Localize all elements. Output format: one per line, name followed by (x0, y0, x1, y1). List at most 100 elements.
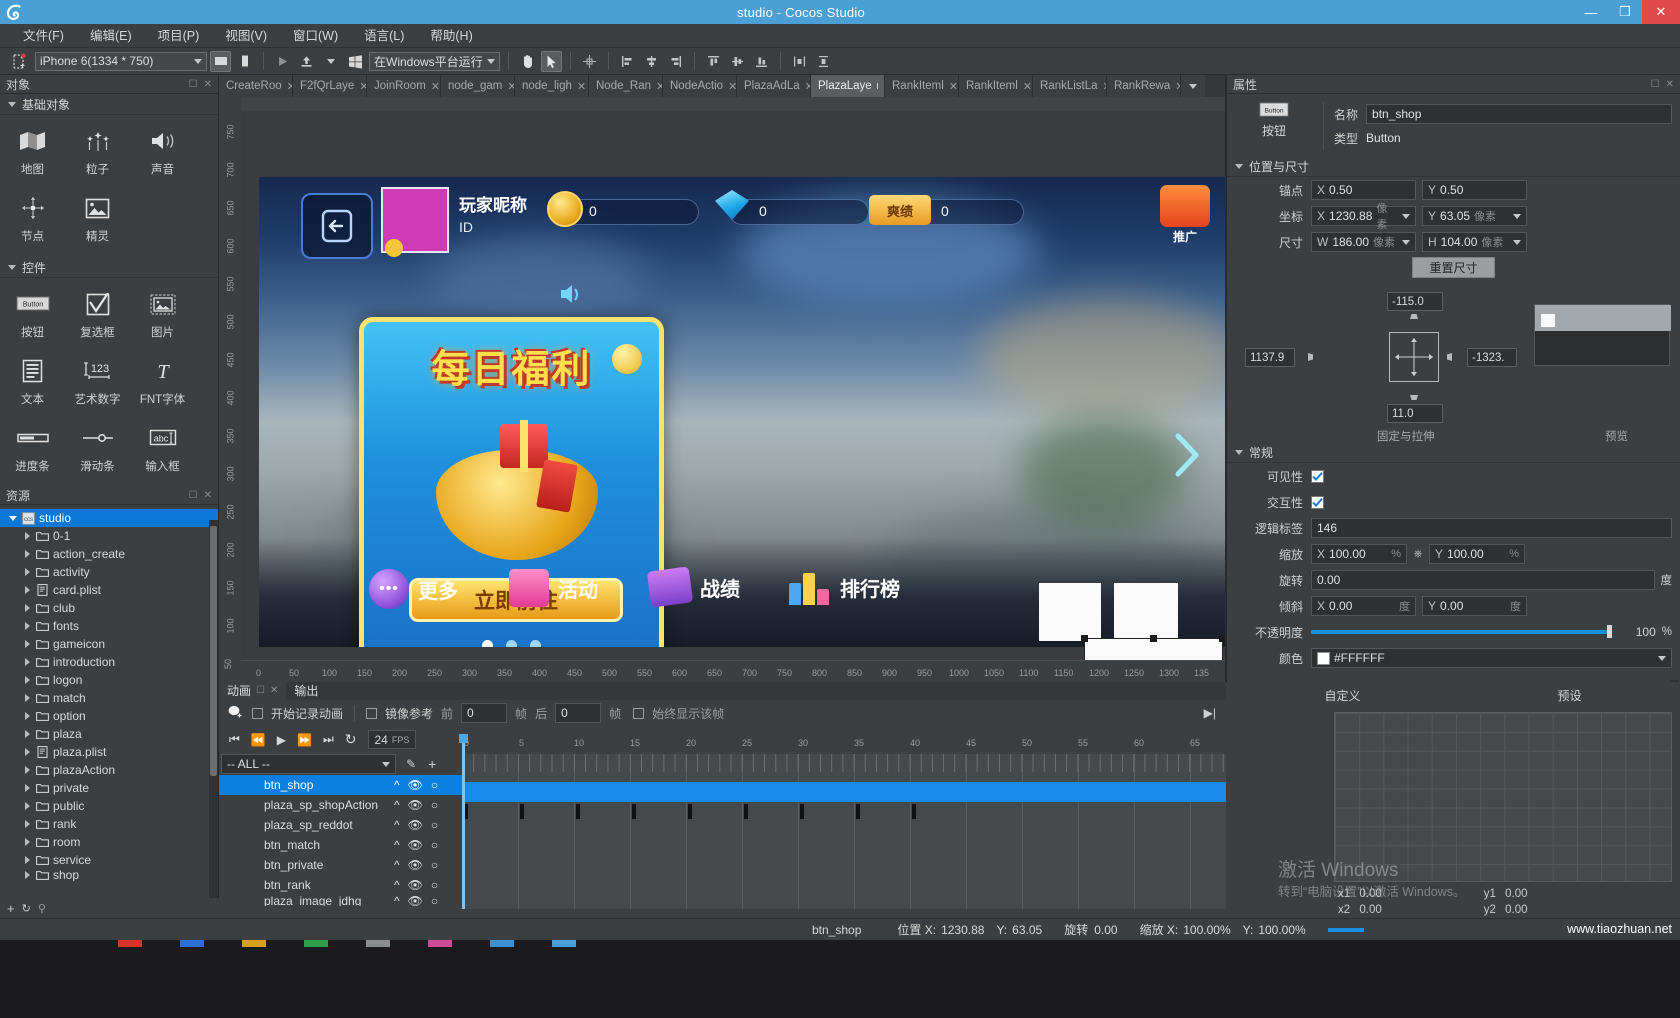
tab-rankreward[interactable]: RankRewa✕ (1107, 75, 1181, 97)
go-to-end-button[interactable]: ⏭ (323, 732, 334, 747)
mirror-checkbox[interactable] (366, 708, 377, 719)
tree-item-rank[interactable]: rank (0, 815, 218, 833)
align-center-h-button[interactable] (641, 51, 662, 72)
color-input[interactable]: #FFFFFF (1311, 648, 1672, 668)
chevron-right-icon[interactable] (20, 622, 34, 630)
taskbar-item[interactable] (490, 940, 514, 947)
chevron-right-icon[interactable] (20, 640, 34, 648)
chevron-down-icon[interactable] (1658, 656, 1666, 661)
step-back-button[interactable]: ⏪ (251, 733, 266, 747)
section-position-size[interactable]: 位置与尺寸 (1227, 156, 1680, 177)
pin-top-icon[interactable] (1407, 312, 1421, 333)
keyframe[interactable] (912, 804, 916, 819)
run-target-select[interactable]: 在Windows平台运行 (369, 52, 500, 71)
sound-toggle-icon[interactable] (559, 282, 585, 309)
scale-y-input[interactable]: Y100.00 % (1429, 544, 1525, 564)
tree-item-card-plist[interactable]: card.plist (0, 581, 218, 599)
taskbar-item[interactable] (552, 940, 576, 947)
chevron-right-icon[interactable] (20, 568, 34, 576)
chevron-right-icon[interactable] (20, 802, 34, 810)
tree-item-fonts[interactable]: fonts (0, 617, 218, 635)
scrollbar-thumb[interactable] (210, 526, 217, 776)
circle-icon[interactable]: ○ (431, 778, 438, 792)
pin-right-icon[interactable] (1445, 350, 1463, 367)
pin-bottom-icon[interactable] (1407, 384, 1421, 405)
size-h-input[interactable]: H104.00 像素 (1422, 232, 1527, 252)
margin-left-input[interactable]: 1137.9 (1245, 348, 1295, 367)
tab-preset[interactable]: 预设 (1557, 687, 1581, 704)
new-file-icon[interactable] (6, 51, 32, 72)
visible-checkbox[interactable] (1311, 470, 1324, 483)
keyframe[interactable] (800, 804, 804, 819)
device-select[interactable]: iPhone 6(1334 * 750) (35, 52, 207, 71)
align-top-button[interactable] (703, 51, 724, 72)
step-forward-button[interactable]: ⏩ (297, 733, 312, 747)
tab-node-ran[interactable]: Node_Ran✕ (589, 75, 663, 97)
taskbar-item[interactable] (304, 940, 328, 947)
transform-tool-button[interactable] (579, 51, 600, 72)
close-icon[interactable]: ✕ (431, 80, 440, 93)
search-resource-icon[interactable]: ⚲ (38, 902, 46, 915)
close-icon[interactable]: ✕ (507, 80, 515, 93)
menu-file[interactable]: 文件(F) (10, 24, 77, 48)
tree-item-private[interactable]: private (0, 779, 218, 797)
timeline-grid[interactable] (462, 754, 1322, 909)
bottom-button-activity[interactable]: 活动 (509, 569, 598, 607)
add-animation-icon[interactable]: + (428, 756, 436, 772)
add-resource-icon[interactable]: + (7, 901, 15, 916)
publish-button[interactable] (296, 51, 317, 72)
keyframe[interactable] (520, 804, 524, 819)
tab-plazalayer[interactable]: PlazaLaye (811, 75, 885, 97)
tab-overflow-button[interactable] (1181, 75, 1205, 97)
scale-link-icon[interactable]: ⎈ (1407, 548, 1429, 561)
chevron-right-icon[interactable] (20, 550, 34, 558)
collapse-icon[interactable]: ^ (394, 838, 400, 852)
section-basic-objects[interactable]: 基础对象 (0, 94, 218, 115)
widget-item-text[interactable]: 文本 (0, 349, 65, 416)
page-dot-active[interactable] (482, 640, 493, 647)
panel-float-icon[interactable]: ☐ (189, 79, 198, 90)
circle-icon[interactable]: ○ (431, 858, 438, 872)
collapse-icon[interactable]: ^ (394, 778, 400, 792)
design-stage[interactable]: 玩家昵称 ID 0 0 爽绩 0 推广 (241, 111, 1225, 682)
object-item-map[interactable]: 地图 (0, 119, 65, 186)
coord-y-input[interactable]: Y63.05 像素 (1422, 206, 1527, 226)
margin-top-input[interactable]: -115.0 (1387, 292, 1443, 311)
tab-node-ligh[interactable]: node_ligh✕ (515, 75, 589, 97)
eye-icon[interactable]: 👁 (408, 858, 423, 872)
before-input[interactable]: 0 (461, 703, 507, 723)
circle-icon[interactable]: ○ (431, 818, 438, 832)
panel-close-icon[interactable]: ✕ (204, 79, 212, 90)
btn-promote[interactable]: 推广 (1154, 185, 1216, 251)
tree-item-studio[interactable]: ccs studio (0, 509, 218, 527)
placeholder-node-2[interactable] (1114, 583, 1178, 641)
tree-item-plazaaction[interactable]: plazaAction (0, 761, 218, 779)
widget-item-button[interactable]: Button 按钮 (0, 282, 65, 349)
align-left-button[interactable] (617, 51, 638, 72)
chevron-down-icon[interactable] (1402, 240, 1410, 245)
align-right-button[interactable] (665, 51, 686, 72)
distribute-h-button[interactable] (789, 51, 810, 72)
widget-item-progressbar[interactable]: 进度条 (0, 416, 65, 483)
collapse-icon[interactable]: ^ (394, 878, 400, 892)
fps-input[interactable]: 24 FPS (368, 730, 417, 749)
size-w-input[interactable]: W186.00 像素 (1311, 232, 1416, 252)
tree-item-logon[interactable]: logon (0, 671, 218, 689)
chevron-right-icon[interactable] (20, 784, 34, 792)
chevron-right-icon[interactable] (20, 694, 34, 702)
chevron-down-icon[interactable] (1513, 240, 1521, 245)
interactive-checkbox[interactable] (1311, 496, 1324, 509)
close-icon[interactable]: ✕ (1023, 80, 1032, 93)
menu-project[interactable]: 项目(P) (145, 24, 213, 48)
chevron-right-icon[interactable] (20, 820, 34, 828)
tab-plazaadlayer[interactable]: PlazaAdLa✕ (737, 75, 811, 97)
taskbar-item[interactable] (428, 940, 452, 947)
widget-item-slider[interactable]: 滑动条 (65, 416, 130, 483)
publish-dropdown-button[interactable] (320, 51, 341, 72)
coord-x-input[interactable]: X1230.88 像素 (1311, 206, 1416, 226)
resource-tree[interactable]: ccs studio 0-1 action_create activity ca… (0, 505, 218, 893)
chevron-right-icon[interactable] (20, 586, 34, 594)
keyframe[interactable] (632, 804, 636, 819)
tab-joinroom[interactable]: JoinRoom✕ (367, 75, 441, 97)
tab-animation[interactable]: 动画 ☐ ✕ (219, 682, 286, 700)
